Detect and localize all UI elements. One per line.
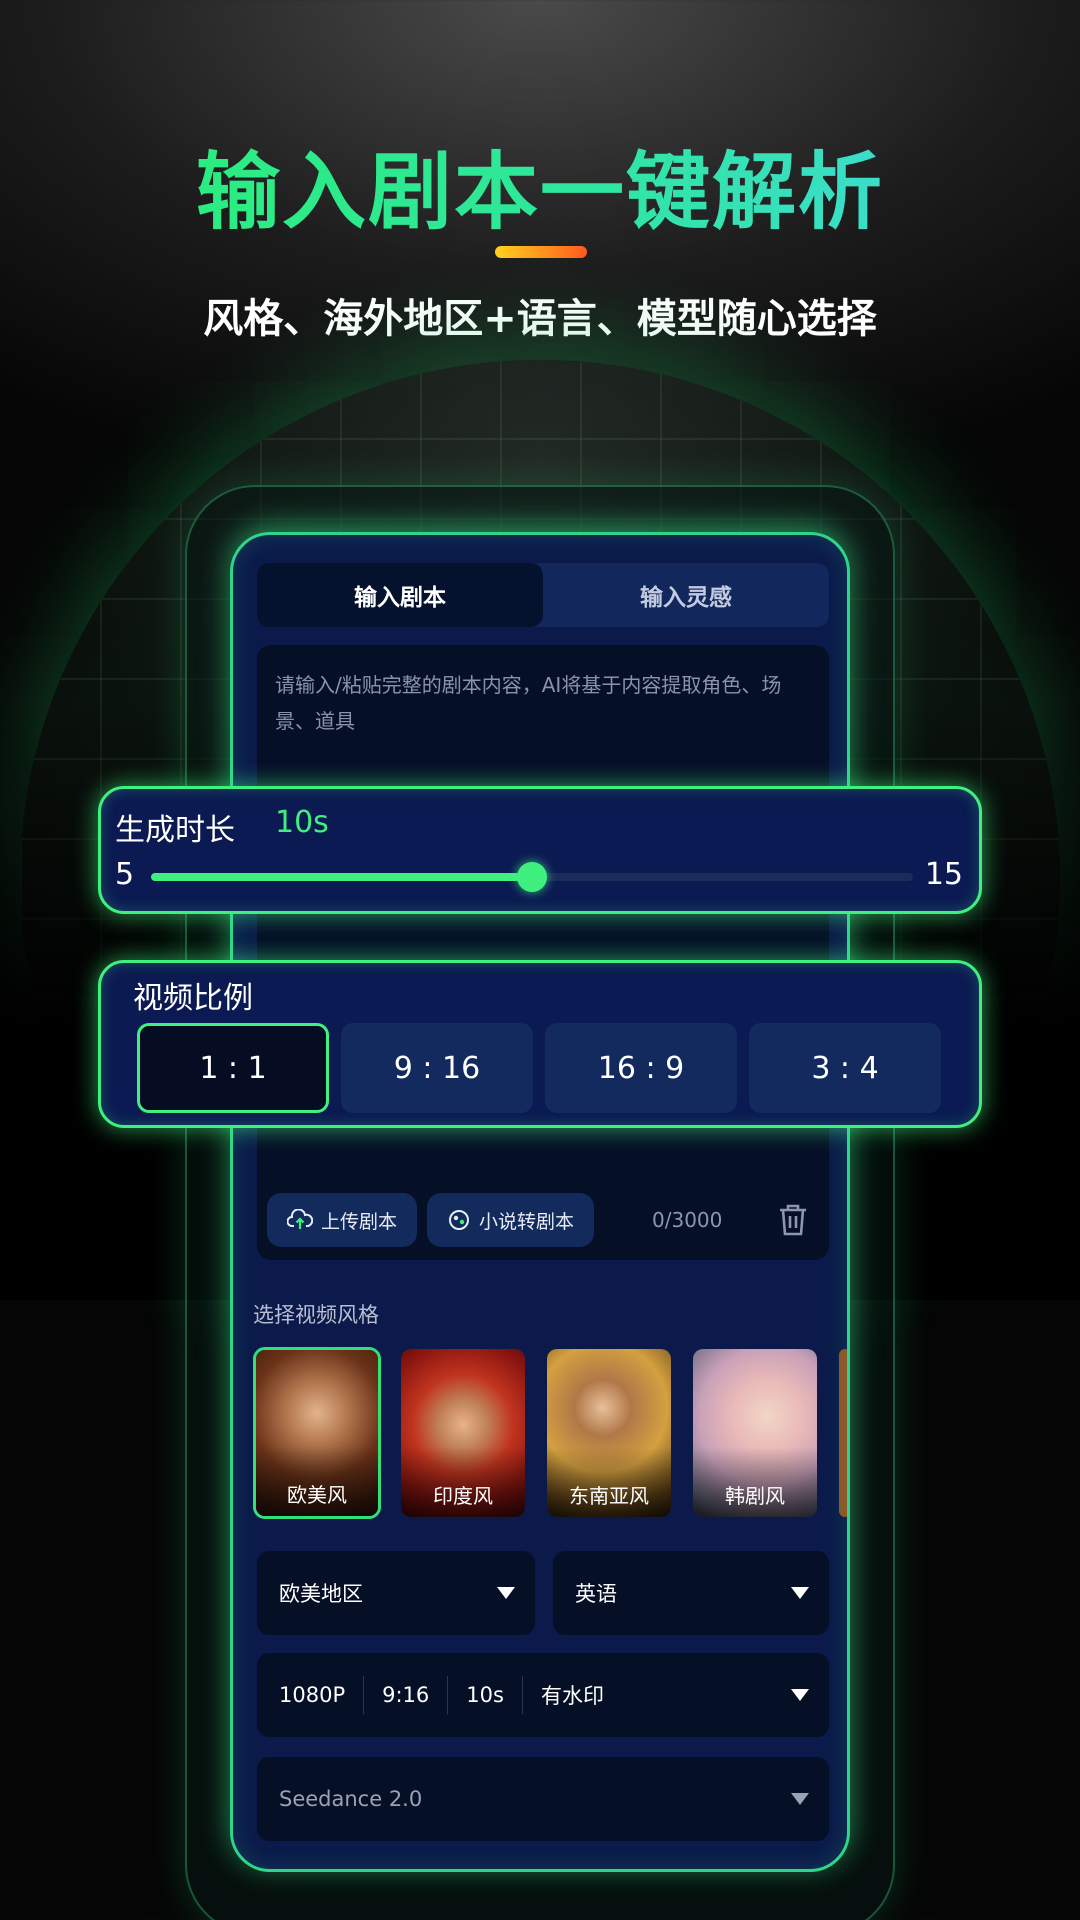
caret-down-icon <box>791 1793 809 1805</box>
novel-to-script-button[interactable]: 小说转剧本 <box>427 1193 595 1247</box>
spec-resolution: 1080P <box>279 1683 346 1707</box>
spec-ratio: 9:16 <box>363 1676 447 1714</box>
hero-title: 输入剧本一键解析 <box>0 125 1080 246</box>
model-select[interactable]: Seedance 2.0 <box>257 1757 829 1841</box>
ratio-option-9-16[interactable]: 9 : 16 <box>341 1023 533 1113</box>
style-card-korean-drama[interactable]: 韩剧风 <box>691 1347 819 1519</box>
duration-value: 10s <box>275 805 329 840</box>
ratio-option-3-4[interactable]: 3 : 4 <box>749 1023 941 1113</box>
tab-input-inspiration[interactable]: 输入灵感 <box>543 563 829 627</box>
ratio-label: 视频比例 <box>133 981 253 1016</box>
ratio-options: 1 : 1 9 : 16 16 : 9 3 : 4 <box>137 1023 941 1113</box>
caret-down-icon <box>791 1689 809 1701</box>
slider-fill <box>151 873 532 881</box>
hero-subtitle: 风格、海外地区+语言、模型随心选择 <box>203 296 877 342</box>
ratio-option-1-1[interactable]: 1 : 1 <box>137 1023 329 1113</box>
spec-select[interactable]: 1080P 9:16 10s 有水印 <box>257 1653 829 1737</box>
novel-to-script-label: 小说转剧本 <box>479 1210 575 1233</box>
style-card-southeast-asian[interactable]: 东南亚风 <box>545 1347 673 1519</box>
style-card-partial[interactable] <box>837 1347 847 1519</box>
book-convert-icon <box>449 1210 469 1230</box>
duration-panel: 生成时长 10s 5 15 <box>98 786 982 914</box>
style-name: 韩剧风 <box>725 1484 785 1508</box>
style-carousel: 欧美风 印度风 东南亚风 韩剧风 <box>253 1347 847 1519</box>
duration-slider[interactable] <box>151 862 913 892</box>
region-select[interactable]: 欧美地区 <box>257 1551 535 1635</box>
tab-input-script[interactable]: 输入剧本 <box>257 563 543 627</box>
spec-watermark: 有水印 <box>521 1676 622 1714</box>
slider-min-label: 5 <box>115 857 135 892</box>
script-textarea[interactable]: 请输入/粘贴完整的剧本内容，AI将基于内容提取角色、场景、道具 上传剧本 小说转… <box>257 645 829 1260</box>
caret-down-icon <box>791 1587 809 1599</box>
upload-script-button[interactable]: 上传剧本 <box>267 1193 418 1247</box>
upload-script-label: 上传剧本 <box>321 1210 398 1233</box>
language-value: 英语 <box>575 1582 617 1606</box>
model-value: Seedance 2.0 <box>279 1787 423 1811</box>
phone-screen: 输入剧本 输入灵感 请输入/粘贴完整的剧本内容，AI将基于内容提取角色、场景、道… <box>230 532 850 1872</box>
style-card-western[interactable]: 欧美风 <box>253 1347 381 1519</box>
style-name: 东南亚风 <box>569 1484 649 1508</box>
slider-thumb[interactable] <box>517 862 547 892</box>
style-name: 欧美风 <box>287 1483 347 1507</box>
input-tabs: 输入剧本 输入灵感 <box>257 563 829 627</box>
ratio-panel: 视频比例 1 : 1 9 : 16 16 : 9 3 : 4 <box>98 960 982 1128</box>
slider-max-label: 15 <box>924 857 963 892</box>
duration-label: 生成时长 <box>115 813 235 848</box>
style-section-label: 选择视频风格 <box>253 1303 379 1327</box>
spec-duration: 10s <box>447 1676 522 1714</box>
trash-icon[interactable] <box>777 1203 809 1237</box>
cloud-upload-icon <box>287 1209 313 1229</box>
style-name: 印度风 <box>433 1484 493 1508</box>
script-placeholder: 请输入/粘贴完整的剧本内容，AI将基于内容提取角色、场景、道具 <box>275 673 782 733</box>
region-value: 欧美地区 <box>279 1582 363 1606</box>
character-counter: 0/3000 <box>652 1208 723 1232</box>
title-underline <box>495 246 587 258</box>
language-select[interactable]: 英语 <box>553 1551 829 1635</box>
caret-down-icon <box>497 1587 515 1599</box>
ratio-option-16-9[interactable]: 16 : 9 <box>545 1023 737 1113</box>
style-card-indian[interactable]: 印度风 <box>399 1347 527 1519</box>
